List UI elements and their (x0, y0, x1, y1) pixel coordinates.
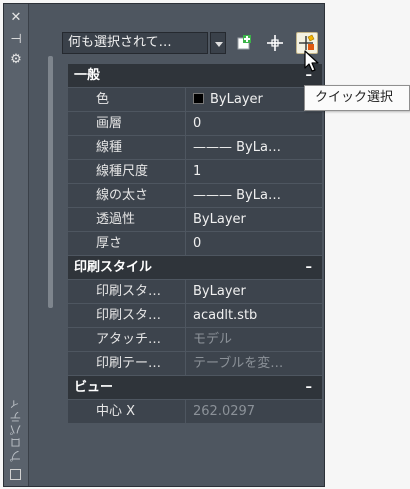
property-row[interactable]: 透過性 ByLayer (68, 208, 322, 232)
property-value[interactable]: 1 (186, 160, 322, 183)
color-swatch-icon (193, 93, 204, 104)
property-row[interactable]: 線の太さ ——— ByLa… (68, 184, 322, 208)
property-name: 中心 X (68, 400, 186, 423)
property-value[interactable]: acadlt.stb (186, 304, 322, 327)
category-plotstyle-title: 印刷スタイル (74, 260, 153, 275)
property-row[interactable]: 画層 0 (68, 112, 322, 136)
property-value[interactable]: ByLayer (186, 280, 322, 303)
collapse-icon[interactable]: – (306, 256, 313, 280)
palette-title: プロパティ (9, 397, 23, 462)
property-name: 印刷テー… (68, 352, 186, 375)
mouse-cursor-icon (304, 50, 320, 74)
scrollbar-thumb[interactable] (48, 56, 53, 308)
selection-toolbar: 何も選択されて… (62, 30, 324, 56)
property-name: 透過性 (68, 208, 186, 231)
property-value[interactable]: ——— ByLa… (186, 136, 322, 159)
close-icon[interactable]: ✕ (4, 10, 28, 26)
property-value[interactable]: 0 (186, 232, 322, 255)
property-name: 線の太さ (68, 184, 186, 207)
property-value: モデル (186, 328, 322, 351)
category-view-title: ビュー (74, 380, 114, 395)
property-name: 画層 (68, 112, 186, 135)
category-plotstyle[interactable]: 印刷スタイル – (68, 256, 322, 280)
property-row[interactable]: 厚さ 0 (68, 232, 322, 256)
property-name: 厚さ (68, 232, 186, 255)
properties-palette: ✕ ⊣ ⚙ プロパティ 何も選択されて… 一般 – 色 ByLayer 画層 0… (3, 3, 325, 487)
chevron-down-icon[interactable] (210, 32, 226, 54)
property-value[interactable]: ——— ByLa… (186, 184, 322, 207)
property-name: 印刷スタ… (68, 280, 186, 303)
property-name: 線種 (68, 136, 186, 159)
property-row[interactable]: 線種尺度 1 (68, 160, 322, 184)
property-name: 印刷スタ… (68, 304, 186, 327)
quick-select-tooltip: クイック選択 (304, 85, 410, 111)
toggle-pickadd-icon[interactable] (234, 32, 256, 54)
property-name: 色 (68, 88, 186, 111)
property-value[interactable]: ByLayer (186, 208, 322, 231)
property-row[interactable]: 線種 ——— ByLa… (68, 136, 322, 160)
properties-grid: 一般 – 色 ByLayer 画層 0 線種 ——— ByLa… 線種尺度 1 … (68, 64, 322, 424)
property-row[interactable]: 印刷スタ… ByLayer (68, 280, 322, 304)
property-row[interactable]: アタッチ… モデル (68, 328, 322, 352)
property-value-text: ByLayer (210, 92, 263, 107)
property-name: 線種尺度 (68, 160, 186, 183)
property-value: 262.0297 (186, 400, 322, 423)
property-value: テーブルを変… (186, 352, 322, 375)
palette-icon (10, 469, 21, 480)
selection-dropdown[interactable]: 何も選択されて… (62, 32, 208, 54)
collapse-icon[interactable]: – (306, 376, 313, 400)
property-row[interactable]: 色 ByLayer (68, 88, 322, 112)
category-general-title: 一般 (74, 68, 101, 83)
palette-title-strip[interactable]: ✕ ⊣ ⚙ プロパティ (4, 4, 29, 486)
category-view[interactable]: ビュー – (68, 376, 322, 400)
category-general[interactable]: 一般 – (68, 64, 322, 88)
property-value[interactable]: 0 (186, 112, 322, 135)
property-row[interactable]: 中心 X 262.0297 (68, 400, 322, 424)
property-row[interactable]: 印刷テー… テーブルを変… (68, 352, 322, 376)
property-row[interactable]: 印刷スタ… acadlt.stb (68, 304, 322, 328)
settings-icon[interactable]: ⚙ (4, 52, 28, 68)
property-name: アタッチ… (68, 328, 186, 351)
autohide-icon[interactable]: ⊣ (4, 32, 28, 48)
select-objects-icon[interactable] (264, 32, 286, 54)
property-value[interactable]: ByLayer (186, 88, 322, 111)
